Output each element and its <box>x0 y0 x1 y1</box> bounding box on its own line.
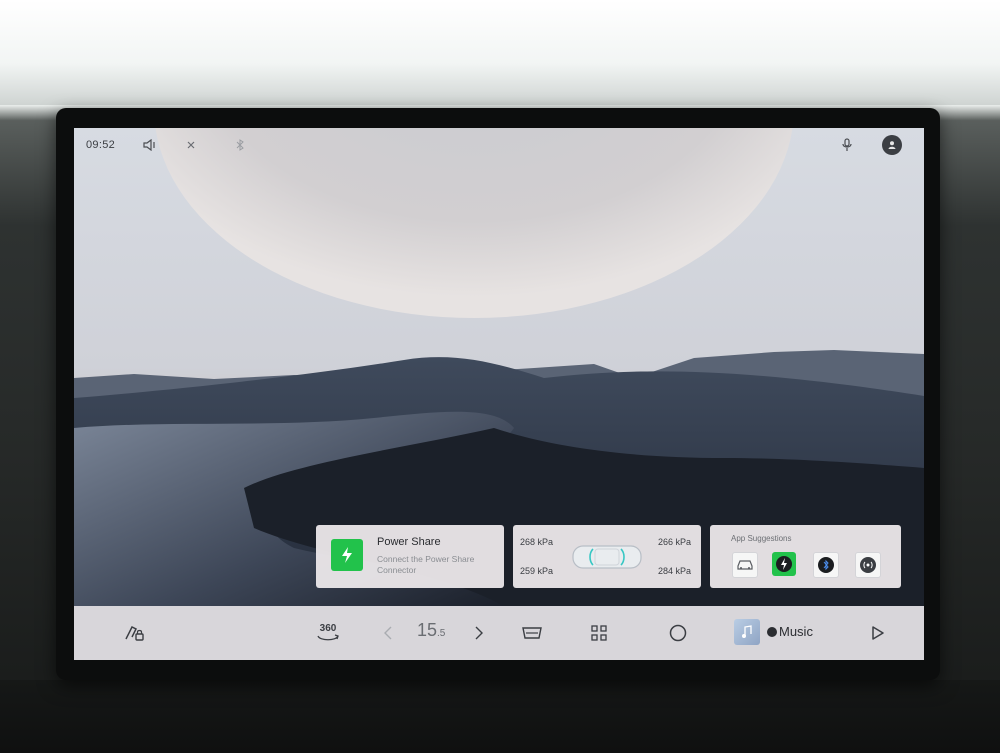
apps-grid-icon[interactable] <box>586 619 612 647</box>
tire-front-left: 268 kPa <box>520 537 554 547</box>
clock: 09:52 <box>86 139 116 151</box>
infotainment-screen: 09:52 Power Share Connect the Power Shar… <box>74 128 924 660</box>
car-topview-icon <box>572 545 642 569</box>
power-share-card[interactable]: Power Share Connect the Power Share Conn… <box>316 525 504 588</box>
home-circle-icon[interactable] <box>665 619 691 647</box>
camera-360-icon <box>317 634 339 641</box>
chevron-right-icon[interactable] <box>471 619 487 647</box>
temperature-value: 15 <box>417 620 438 640</box>
temperature-display: 15.5 <box>417 620 445 641</box>
volume-icon[interactable] <box>141 136 159 154</box>
app-suggestions-title: App Suggestions <box>731 534 792 543</box>
play-icon[interactable] <box>867 619 889 647</box>
power-share-icon[interactable] <box>772 552 796 576</box>
music-button[interactable]: Music <box>767 624 813 639</box>
radio-icon[interactable] <box>855 552 881 578</box>
tire-pressure-card[interactable]: 268 kPa 266 kPa 259 kPa 284 kPa <box>513 525 701 588</box>
power-share-title: Power Share <box>377 536 441 548</box>
bluetooth-app-icon[interactable] <box>813 552 839 578</box>
mute-icon <box>182 136 200 154</box>
tire-rear-right: 284 kPa <box>658 566 692 576</box>
lightning-icon <box>331 539 363 571</box>
music-album-art[interactable] <box>734 619 760 645</box>
status-bar: 09:52 <box>74 128 924 162</box>
tire-front-right: 266 kPa <box>658 537 692 547</box>
music-label: Music <box>779 624 813 639</box>
bluetooth-icon <box>231 136 249 154</box>
car-icon[interactable] <box>732 552 758 578</box>
car-lock-icon[interactable] <box>122 619 148 647</box>
app-suggestions-card: App Suggestions <box>710 525 901 588</box>
microphone-icon[interactable] <box>838 136 856 154</box>
seat-icon[interactable] <box>519 619 545 647</box>
temperature-decimal: .5 <box>437 628 446 639</box>
bottom-dock: 360 15.5 Music <box>74 606 924 660</box>
camera-360-button[interactable]: 360 <box>313 619 343 647</box>
profile-icon[interactable] <box>882 135 902 155</box>
camera-360-label: 360 <box>319 623 337 634</box>
chevron-left-icon[interactable] <box>380 619 396 647</box>
music-source-icon <box>767 627 777 637</box>
background-window <box>0 0 1000 105</box>
power-share-subtitle: Connect the Power Share Connector <box>377 554 475 575</box>
background-dashboard <box>0 680 1000 753</box>
tire-rear-left: 259 kPa <box>520 566 554 576</box>
